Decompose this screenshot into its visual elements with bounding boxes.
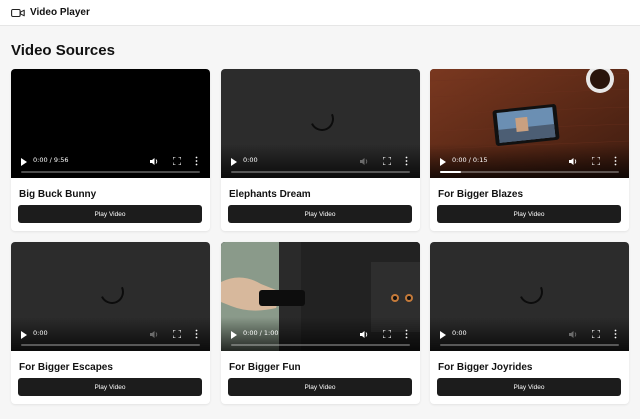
progress-fill xyxy=(440,171,462,173)
video-card: 0:00 / 9:56 Big Buck Bunny Play Video xyxy=(11,69,210,231)
fullscreen-icon[interactable] xyxy=(592,157,600,165)
volume-icon[interactable] xyxy=(150,157,159,166)
video-card: 0:00 / 0:15 For Bigger Blazes Play Video xyxy=(430,69,629,231)
video-controls: 0:00 / 9:56 xyxy=(11,148,210,178)
video-player[interactable]: 0:00 / 9:56 xyxy=(11,69,210,178)
more-options-icon[interactable] xyxy=(405,156,408,166)
video-card: 0:00 For Bigger Joyrides Play Video xyxy=(430,242,629,404)
play-video-button[interactable]: Play Video xyxy=(437,378,621,396)
volume-icon[interactable] xyxy=(569,157,578,166)
time-display: 0:00 xyxy=(452,329,467,337)
fullscreen-icon[interactable] xyxy=(383,330,391,338)
play-icon[interactable] xyxy=(21,158,27,166)
loading-spinner-icon xyxy=(306,103,338,135)
video-controls: 0:00 xyxy=(430,321,629,351)
volume-icon[interactable] xyxy=(360,157,369,166)
play-video-button[interactable]: Play Video xyxy=(437,205,621,223)
fullscreen-icon[interactable] xyxy=(173,330,181,338)
video-card: 0:00 Elephants Dream Play Video xyxy=(221,69,420,231)
video-title: For Bigger Blazes xyxy=(438,189,524,200)
play-video-button[interactable]: Play Video xyxy=(18,205,202,223)
video-title: For Bigger Escapes xyxy=(19,362,113,373)
play-video-button[interactable]: Play Video xyxy=(228,205,412,223)
more-options-icon[interactable] xyxy=(614,329,617,339)
video-title: Elephants Dream xyxy=(229,189,311,200)
volume-icon[interactable] xyxy=(569,330,578,339)
progress-bar[interactable] xyxy=(440,344,619,346)
progress-bar[interactable] xyxy=(440,171,619,173)
progress-bar[interactable] xyxy=(231,171,410,173)
app-title: Video Player xyxy=(30,7,90,18)
video-title: Big Buck Bunny xyxy=(19,189,97,200)
time-display: 0:00 xyxy=(33,329,48,337)
play-icon[interactable] xyxy=(440,331,446,339)
app-header: Video Player xyxy=(0,0,640,26)
video-camera-icon xyxy=(11,8,25,17)
video-player[interactable]: 0:00 xyxy=(11,242,210,351)
more-options-icon[interactable] xyxy=(405,329,408,339)
video-title: For Bigger Joyrides xyxy=(438,362,533,373)
volume-icon[interactable] xyxy=(150,330,159,339)
video-card: 0:00 For Bigger Escapes Play Video xyxy=(11,242,210,404)
loading-spinner-icon xyxy=(515,276,547,308)
video-player[interactable]: 0:00 xyxy=(430,242,629,351)
video-player[interactable]: 0:00 / 1:00 xyxy=(221,242,420,351)
progress-bar[interactable] xyxy=(21,171,200,173)
video-controls: 0:00 xyxy=(11,321,210,351)
more-options-icon[interactable] xyxy=(195,156,198,166)
more-options-icon[interactable] xyxy=(195,329,198,339)
video-card: 0:00 / 1:00 For Bigger Fun Play Video xyxy=(221,242,420,404)
page-heading: Video Sources xyxy=(11,42,115,59)
time-display: 0:00 / 1:00 xyxy=(243,329,279,337)
play-video-button[interactable]: Play Video xyxy=(18,378,202,396)
time-display: 0:00 xyxy=(243,156,258,164)
loading-spinner-icon xyxy=(96,276,128,308)
video-title: For Bigger Fun xyxy=(229,362,301,373)
play-icon[interactable] xyxy=(231,331,237,339)
play-icon[interactable] xyxy=(21,331,27,339)
play-icon[interactable] xyxy=(440,158,446,166)
video-controls: 0:00 xyxy=(221,148,420,178)
fullscreen-icon[interactable] xyxy=(173,157,181,165)
fullscreen-icon[interactable] xyxy=(383,157,391,165)
progress-bar[interactable] xyxy=(231,344,410,346)
video-controls: 0:00 / 0:15 xyxy=(430,148,629,178)
video-player[interactable]: 0:00 / 0:15 xyxy=(430,69,629,178)
time-display: 0:00 / 9:56 xyxy=(33,156,69,164)
progress-bar[interactable] xyxy=(21,344,200,346)
play-video-button[interactable]: Play Video xyxy=(228,378,412,396)
more-options-icon[interactable] xyxy=(614,156,617,166)
video-player[interactable]: 0:00 xyxy=(221,69,420,178)
fullscreen-icon[interactable] xyxy=(592,330,600,338)
video-controls: 0:00 / 1:00 xyxy=(221,321,420,351)
time-display: 0:00 / 0:15 xyxy=(452,156,488,164)
volume-icon[interactable] xyxy=(360,330,369,339)
play-icon[interactable] xyxy=(231,158,237,166)
